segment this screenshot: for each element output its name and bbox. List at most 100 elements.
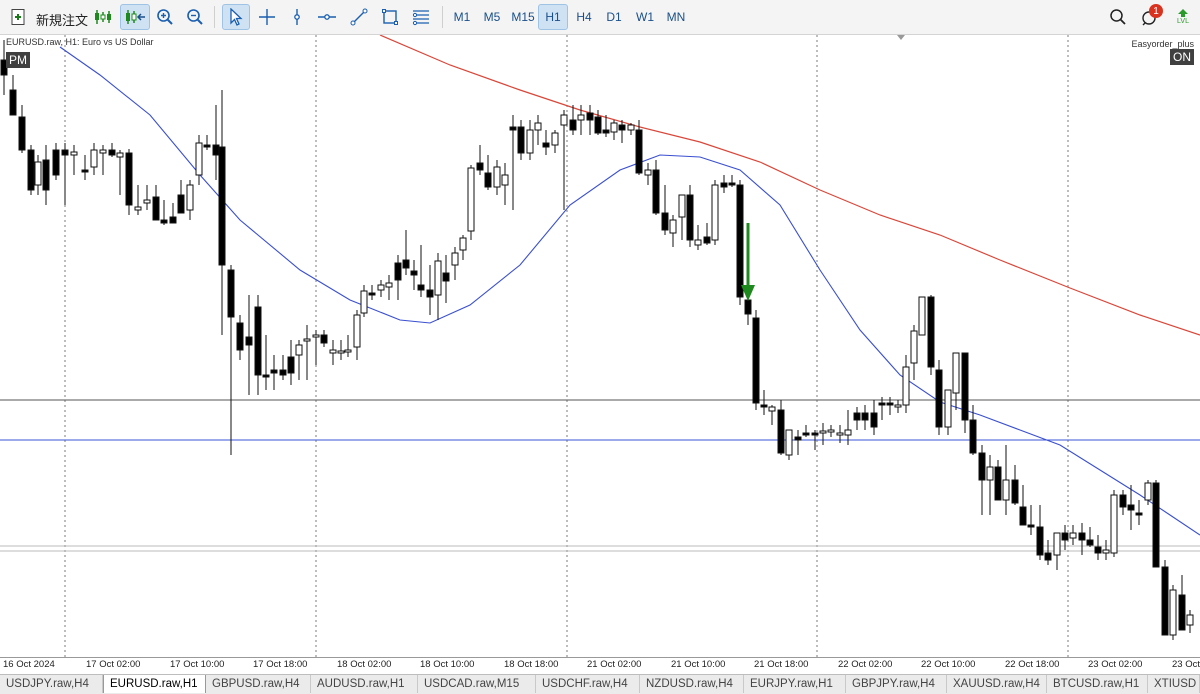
bearish-candle: [961, 352, 969, 421]
bearish-candle: [569, 119, 577, 131]
bullish-candle: [944, 389, 952, 428]
bullish-candle: [353, 314, 361, 348]
time-axis-label: 21 Oct 10:00: [671, 659, 726, 670]
tab-eurusd[interactable]: EURUSD.raw,H1: [103, 675, 206, 693]
bullish-candle: [1169, 589, 1177, 636]
bearish-candle: [476, 162, 484, 171]
time-axis-label: 17 Oct 02:00: [86, 659, 141, 670]
bearish-candle: [368, 292, 376, 296]
bearish-candle: [394, 262, 402, 281]
bearish-candle: [18, 116, 26, 151]
bullish-candle: [70, 151, 78, 156]
bullish-candle: [34, 161, 42, 186]
bearish-candle: [594, 116, 602, 134]
bearish-candle: [484, 172, 492, 188]
bearish-candle: [270, 369, 278, 374]
tab-usdjpy[interactable]: USDJPY.raw,H4: [0, 675, 103, 693]
tab-usdchf[interactable]: USDCHF.raw,H4: [536, 675, 640, 693]
bullish-candle: [827, 429, 835, 433]
cursor-button[interactable]: [222, 4, 250, 30]
timeframe-w1[interactable]: W1: [630, 4, 660, 30]
timeframe-m5[interactable]: M5: [477, 4, 507, 30]
bullish-candle: [952, 352, 960, 394]
time-axis: 16 Oct 2024 17 Oct 02:00 17 Oct 10:00 17…: [0, 657, 1200, 674]
tab-audusd[interactable]: AUDUSD.raw,H1: [311, 675, 418, 693]
bullish-candle: [186, 184, 194, 211]
timeframe-h1[interactable]: H1: [538, 4, 568, 30]
tab-btcusd[interactable]: BTCUSD.raw,H1: [1047, 675, 1148, 693]
bearish-candle: [1019, 506, 1027, 526]
tab-nzdusd[interactable]: NZDUSD.raw,H4: [640, 675, 744, 693]
bearish-candle: [245, 336, 253, 346]
bullish-candle: [385, 282, 393, 288]
timeframe-mn[interactable]: MN: [661, 4, 691, 30]
bearish-candle: [287, 356, 295, 374]
tab-gbpusd[interactable]: GBPUSD.raw,H4: [206, 675, 311, 693]
bearish-candle: [227, 269, 235, 318]
bearish-candle: [703, 236, 711, 244]
timeframe-m1[interactable]: M1: [447, 4, 477, 30]
rectangle-button[interactable]: [378, 4, 402, 30]
new-order-button[interactable]: [6, 4, 32, 30]
expert-advisor-status[interactable]: ON: [1170, 49, 1194, 65]
bullish-candle: [785, 429, 793, 456]
bar-chart-icon: [95, 10, 111, 24]
bullish-candle: [143, 199, 151, 204]
bullish-candle: [493, 166, 501, 188]
bearish-candle: [417, 284, 425, 291]
price-chart[interactable]: [0, 35, 1200, 657]
timeframe-h4[interactable]: H4: [569, 4, 599, 30]
tab-xtiusd[interactable]: XTIUSD: [1148, 675, 1200, 693]
time-axis-label: 21 Oct 02:00: [587, 659, 642, 670]
zoom-out-button[interactable]: [183, 4, 207, 30]
time-axis-label: 22 Oct 10:00: [921, 659, 976, 670]
tab-gbpjpy[interactable]: GBPJPY.raw,H4: [846, 675, 947, 693]
chart-area[interactable]: EURUSD.raw, H1: Euro vs US Dollar PM Eas…: [0, 35, 1200, 657]
horizontal-line-button[interactable]: [315, 4, 339, 30]
bearish-candle: [1178, 594, 1186, 631]
vertical-line-button[interactable]: [285, 4, 309, 30]
bearish-candle: [160, 219, 168, 224]
bearish-candle: [777, 409, 785, 454]
bearish-candle: [254, 306, 262, 376]
chart-title: EURUSD.raw, H1: Euro vs US Dollar: [6, 37, 154, 47]
new-order-icon: [11, 9, 25, 25]
zoom-in-icon: [157, 9, 173, 25]
cursor-icon: [230, 8, 243, 26]
candlestick-icon: [126, 10, 145, 24]
bullish-candle: [844, 429, 852, 436]
bullish-candle: [560, 114, 568, 126]
tab-usdcad[interactable]: USDCAD.raw,M15: [418, 675, 536, 693]
timeframe-m15[interactable]: M15: [508, 4, 538, 30]
time-axis-label: 23 Oct: [1172, 659, 1200, 670]
bearish-candle: [152, 196, 160, 221]
search-button[interactable]: [1106, 4, 1130, 30]
bearish-candle: [1044, 552, 1052, 561]
bullish-candle: [1110, 494, 1118, 554]
vertical-line-icon: [294, 9, 300, 25]
trendline-button[interactable]: [347, 4, 371, 30]
bullish-candle: [819, 430, 827, 434]
zoom-in-button[interactable]: [153, 4, 177, 30]
bearish-candle: [586, 112, 594, 121]
bearish-candle: [1161, 566, 1169, 636]
bearish-candle: [1127, 504, 1135, 511]
new-order-label[interactable]: 新規注文: [36, 10, 88, 29]
bearish-candle: [218, 146, 226, 266]
bullish-candle: [360, 290, 368, 314]
lvl-button[interactable]: LVL: [1170, 4, 1196, 30]
tab-eurjpy[interactable]: EURJPY.raw,H1: [744, 675, 846, 693]
timeframe-d1[interactable]: D1: [599, 4, 629, 30]
tab-xauusd[interactable]: XAUUSD.raw,H4: [947, 675, 1047, 693]
bar-chart-button[interactable]: [90, 4, 116, 30]
crosshair-button[interactable]: [255, 4, 279, 30]
time-axis-label: 17 Oct 10:00: [170, 659, 225, 670]
fibonacci-button[interactable]: [409, 4, 433, 30]
bearish-candle: [320, 334, 328, 344]
bearish-candle: [279, 369, 287, 376]
candlestick-button[interactable]: [120, 4, 150, 30]
bearish-candle: [1011, 479, 1019, 504]
bullish-candle: [434, 260, 442, 296]
notifications-button[interactable]: 1: [1137, 4, 1163, 30]
lvl-icon: [1178, 9, 1188, 17]
